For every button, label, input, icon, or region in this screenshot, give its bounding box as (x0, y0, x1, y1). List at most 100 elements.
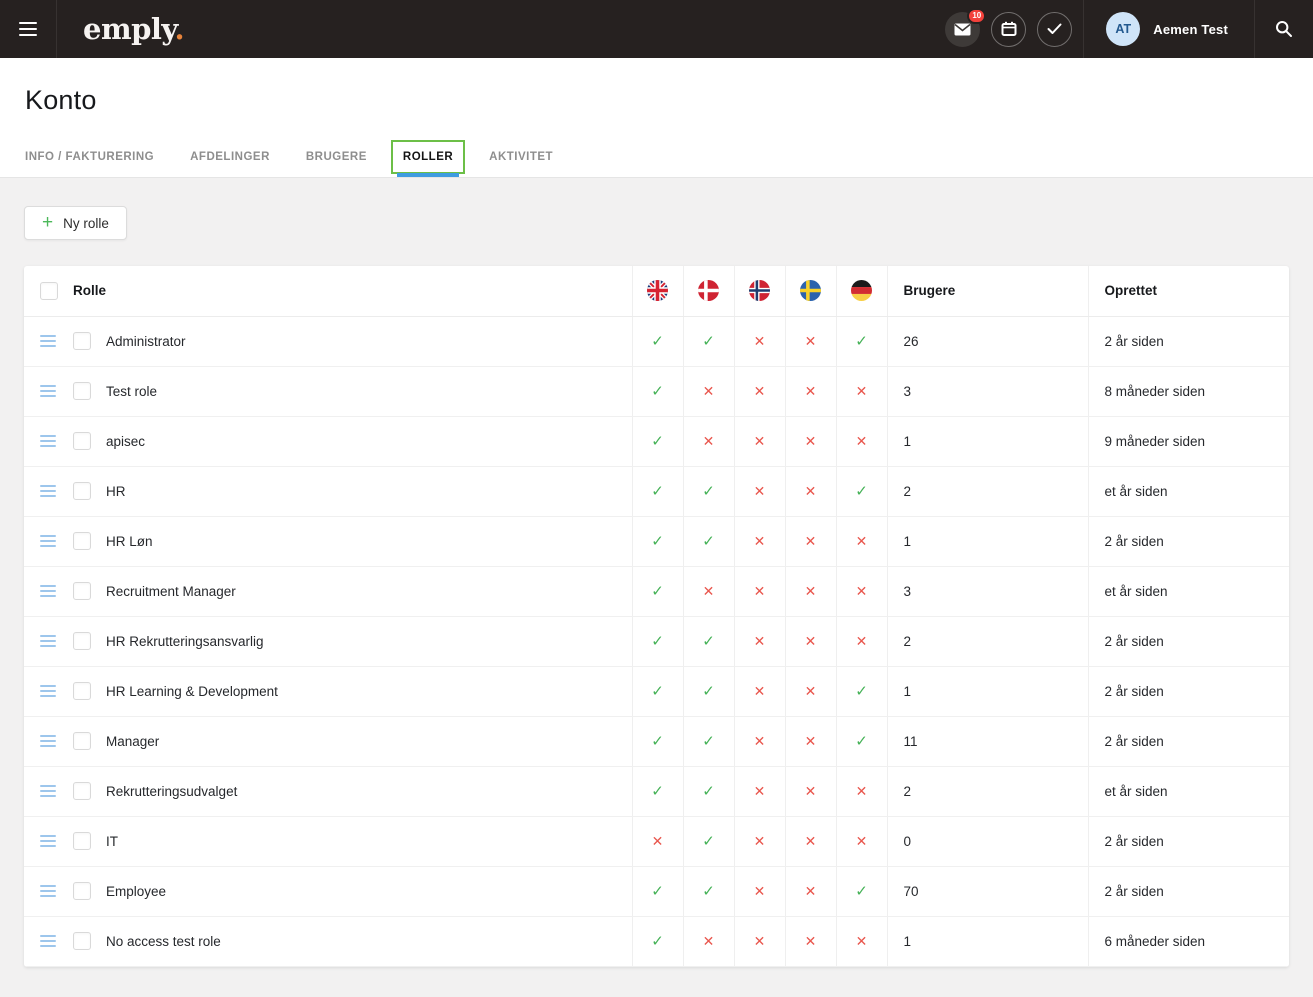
role-name: Administrator (106, 334, 186, 349)
language-access-cell: ✕ (734, 516, 785, 566)
language-access-cell: ✕ (785, 916, 836, 966)
role-name: IT (106, 834, 118, 849)
row-checkbox[interactable] (73, 382, 91, 400)
check-icon: ✓ (855, 883, 868, 900)
cross-icon: ✕ (754, 483, 766, 499)
drag-handle-icon[interactable] (40, 935, 56, 947)
denmark-flag-icon (698, 280, 719, 301)
emply-logo[interactable]: emply. (83, 12, 184, 46)
row-checkbox[interactable] (73, 782, 91, 800)
drag-handle-icon[interactable] (40, 385, 56, 397)
check-icon: ✓ (702, 683, 715, 700)
drag-handle-icon[interactable] (40, 485, 56, 497)
row-checkbox[interactable] (73, 682, 91, 700)
row-checkbox[interactable] (73, 632, 91, 650)
tab-info-fakturering[interactable]: INFO / FAKTURERING (25, 136, 154, 177)
table-row[interactable]: No access test role ✓ ✕ ✕ ✕ ✕ 1 6 månede… (24, 916, 1289, 966)
users-count: 1 (887, 666, 1088, 716)
table-row[interactable]: Test role ✓ ✕ ✕ ✕ ✕ 3 8 måneder siden (24, 366, 1289, 416)
hamburger-menu-button[interactable] (0, 0, 57, 58)
cross-icon: ✕ (754, 633, 766, 649)
created-label: 2 år siden (1088, 666, 1289, 716)
drag-handle-icon[interactable] (40, 735, 56, 747)
role-name: HR Løn (106, 534, 153, 549)
table-row[interactable]: HR Løn ✓ ✓ ✕ ✕ ✕ 1 2 år siden (24, 516, 1289, 566)
check-icon: ✓ (702, 733, 715, 750)
users-count: 1 (887, 916, 1088, 966)
role-name: Recruitment Manager (106, 584, 236, 599)
drag-handle-icon[interactable] (40, 785, 56, 797)
row-checkbox[interactable] (73, 932, 91, 950)
select-all-checkbox[interactable] (40, 282, 58, 300)
new-role-button[interactable]: + Ny rolle (24, 206, 127, 240)
calendar-button[interactable] (991, 12, 1026, 47)
drag-handle-icon[interactable] (40, 435, 56, 447)
table-row[interactable]: apisec ✓ ✕ ✕ ✕ ✕ 1 9 måneder siden (24, 416, 1289, 466)
table-row[interactable]: IT ✕ ✓ ✕ ✕ ✕ 0 2 år siden (24, 816, 1289, 866)
language-access-cell: ✕ (734, 766, 785, 816)
role-column-header: Rolle (73, 283, 106, 298)
drag-handle-icon[interactable] (40, 685, 56, 697)
table-row[interactable]: HR Rekrutteringsansvarlig ✓ ✓ ✕ ✕ ✕ 2 2 … (24, 616, 1289, 666)
language-access-cell: ✕ (734, 716, 785, 766)
tasks-button[interactable] (1037, 12, 1072, 47)
tab-aktivitet[interactable]: AKTIVITET (489, 136, 553, 177)
cross-icon: ✕ (805, 533, 817, 549)
check-icon: ✓ (651, 533, 664, 550)
drag-handle-icon[interactable] (40, 535, 56, 547)
role-name: Employee (106, 884, 166, 899)
cross-icon: ✕ (703, 433, 715, 449)
sweden-flag-icon (800, 280, 821, 301)
mail-button[interactable]: 10 (945, 12, 980, 47)
language-access-cell: ✕ (734, 666, 785, 716)
top-bar-actions: 10 AT Aemen Test (945, 0, 1313, 58)
drag-handle-icon[interactable] (40, 835, 56, 847)
tab-brugere[interactable]: BRUGERE (306, 136, 367, 177)
table-row[interactable]: Rekrutteringsudvalget ✓ ✓ ✕ ✕ ✕ 2 et år … (24, 766, 1289, 816)
language-access-cell: ✕ (734, 616, 785, 666)
created-label: 2 år siden (1088, 516, 1289, 566)
row-checkbox[interactable] (73, 482, 91, 500)
role-name: HR Learning & Development (106, 684, 278, 699)
drag-handle-icon[interactable] (40, 585, 56, 597)
cross-icon: ✕ (856, 633, 868, 649)
search-button[interactable] (1255, 0, 1313, 58)
language-access-cell: ✕ (734, 916, 785, 966)
table-row[interactable]: HR ✓ ✓ ✕ ✕ ✓ 2 et år siden (24, 466, 1289, 516)
created-label: 6 måneder siden (1088, 916, 1289, 966)
language-access-cell: ✕ (785, 366, 836, 416)
row-checkbox[interactable] (73, 882, 91, 900)
row-checkbox[interactable] (73, 432, 91, 450)
drag-handle-icon[interactable] (40, 635, 56, 647)
user-profile-menu[interactable]: AT Aemen Test (1084, 0, 1254, 58)
language-access-cell: ✕ (734, 816, 785, 866)
check-icon: ✓ (855, 683, 868, 700)
drag-handle-icon[interactable] (40, 335, 56, 347)
tab-roller[interactable]: ROLLER (403, 136, 453, 177)
check-circle-icon (1047, 23, 1062, 35)
tab-afdelinger[interactable]: AFDELINGER (190, 136, 270, 177)
table-row[interactable]: Administrator ✓ ✓ ✕ ✕ ✓ 26 2 år siden (24, 316, 1289, 366)
top-bar: emply. 10 AT Aemen Test (0, 0, 1313, 58)
check-icon: ✓ (702, 333, 715, 350)
cross-icon: ✕ (805, 483, 817, 499)
cross-icon: ✕ (805, 883, 817, 899)
row-checkbox[interactable] (73, 832, 91, 850)
table-row[interactable]: HR Learning & Development ✓ ✓ ✕ ✕ ✓ 1 2 … (24, 666, 1289, 716)
created-column-header: Oprettet (1088, 266, 1289, 316)
table-row[interactable]: Manager ✓ ✓ ✕ ✕ ✓ 11 2 år siden (24, 716, 1289, 766)
table-row[interactable]: Recruitment Manager ✓ ✕ ✕ ✕ ✕ 3 et år si… (24, 566, 1289, 616)
row-checkbox[interactable] (73, 732, 91, 750)
row-checkbox[interactable] (73, 582, 91, 600)
role-name: apisec (106, 434, 145, 449)
cross-icon: ✕ (754, 833, 766, 849)
row-checkbox[interactable] (73, 332, 91, 350)
language-access-cell: ✕ (836, 616, 887, 666)
user-name: Aemen Test (1153, 22, 1228, 37)
row-checkbox[interactable] (73, 532, 91, 550)
cross-icon: ✕ (754, 783, 766, 799)
drag-handle-icon[interactable] (40, 885, 56, 897)
logo-dot: . (174, 12, 184, 46)
roles-table-body: Administrator ✓ ✓ ✕ ✕ ✓ 26 2 år siden Te… (24, 316, 1289, 966)
table-row[interactable]: Employee ✓ ✓ ✕ ✕ ✓ 70 2 år siden (24, 866, 1289, 916)
